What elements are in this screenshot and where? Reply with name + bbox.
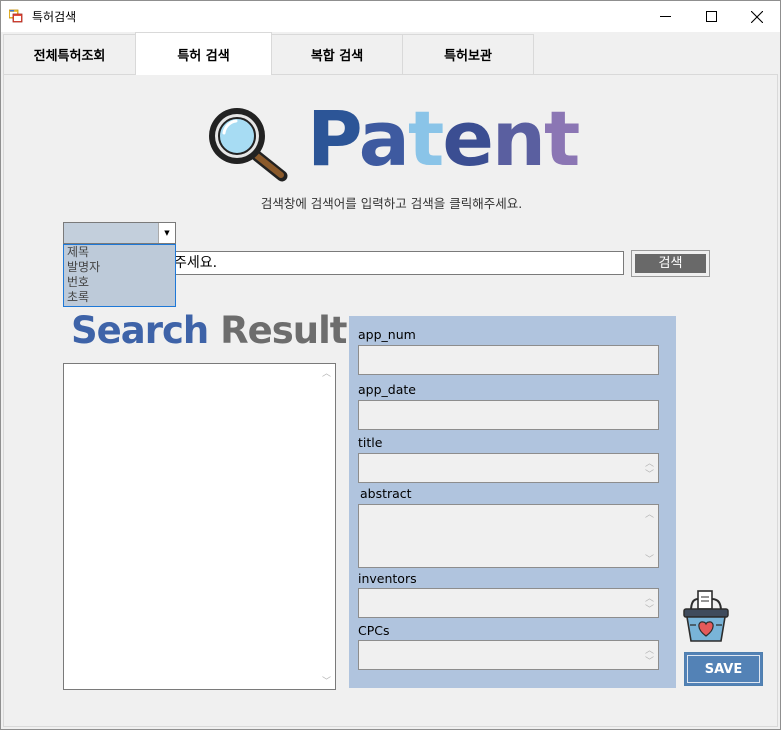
search-button[interactable]: 검색 bbox=[631, 250, 710, 277]
scroll-down-icon[interactable]: ﹀ bbox=[641, 550, 658, 567]
search-result-heading: Search Result bbox=[71, 306, 347, 356]
tab-label: 특허보관 bbox=[444, 49, 492, 64]
app-form-icon bbox=[9, 9, 23, 23]
tab-advanced-search[interactable]: 복합 검색 bbox=[271, 34, 403, 74]
search-result-list[interactable]: ︿ ﹀ bbox=[63, 363, 336, 690]
tab-label: 복합 검색 bbox=[310, 49, 364, 64]
close-button[interactable] bbox=[734, 1, 780, 32]
save-button-label: SAVE bbox=[687, 655, 760, 683]
title-field[interactable]: ︿ ﹀ bbox=[358, 453, 659, 483]
cpcs-label: CPCs bbox=[358, 623, 390, 638]
logo-letter: P bbox=[307, 94, 361, 183]
instruction-text: 검색창에 검색어를 입력하고 검색을 클릭해주세요. bbox=[260, 196, 523, 211]
heading-word-result: Result bbox=[220, 309, 347, 352]
maximize-button[interactable] bbox=[688, 1, 734, 32]
tab-patent-search[interactable]: 특허 검색 bbox=[135, 32, 272, 75]
heading-word-search: Search bbox=[71, 309, 209, 352]
title-scrollbar[interactable]: ︿ ﹀ bbox=[641, 454, 658, 482]
maximize-icon bbox=[705, 11, 717, 22]
logo-letter: n bbox=[491, 94, 546, 183]
patent-logo-text: Patent bbox=[307, 89, 580, 189]
inventors-field[interactable]: ︿ ﹀ bbox=[358, 588, 659, 618]
tab-label: 전체특허조회 bbox=[33, 49, 106, 64]
patent-detail-panel: app_num app_date title ︿ ﹀ abstract ︿ ﹀ … bbox=[349, 316, 676, 688]
inventors-label: inventors bbox=[358, 571, 417, 586]
app-window: 특허검색 전체특허조회 특허 검색 복합 검색 특허보관 Patent 검색창에… bbox=[0, 0, 781, 730]
cpcs-scrollbar[interactable]: ︿ ﹀ bbox=[641, 641, 658, 669]
magnifier-icon bbox=[209, 108, 288, 182]
close-icon bbox=[751, 10, 763, 23]
title-bar: 특허검색 bbox=[1, 1, 780, 32]
inventors-scrollbar[interactable]: ︿ ﹀ bbox=[641, 589, 658, 617]
tab-label: 특허 검색 bbox=[177, 48, 230, 64]
cpcs-field[interactable]: ︿ ﹀ bbox=[358, 640, 659, 670]
logo-letter: t bbox=[543, 94, 580, 183]
scroll-up-icon[interactable]: ︿ bbox=[641, 505, 658, 522]
minimize-icon bbox=[659, 16, 671, 17]
abstract-scrollbar[interactable]: ︿ ﹀ bbox=[641, 505, 658, 567]
window-title: 특허검색 bbox=[32, 10, 77, 24]
title-label: title bbox=[358, 435, 383, 450]
app-num-field[interactable] bbox=[358, 345, 659, 375]
save-button[interactable]: SAVE bbox=[684, 652, 763, 686]
logo-letter: a bbox=[358, 94, 410, 183]
app-date-label: app_date bbox=[358, 382, 416, 397]
dropdown-option-inventor[interactable]: 발명자 bbox=[64, 260, 175, 275]
search-criteria-dropdown: 제목 발명자 번호 초록 bbox=[63, 244, 176, 307]
basket-heart-icon bbox=[683, 590, 729, 642]
dropdown-option-abstract[interactable]: 초록 bbox=[64, 290, 175, 305]
dropdown-option-number[interactable]: 번호 bbox=[64, 275, 175, 290]
scroll-down-icon[interactable]: ﹀ bbox=[641, 465, 658, 482]
tab-all-patents[interactable]: 전체특허조회 bbox=[3, 34, 136, 74]
abstract-field[interactable]: ︿ ﹀ bbox=[358, 504, 659, 568]
search-input-value: 주세요. bbox=[174, 255, 218, 271]
tab-saved-patents[interactable]: 특허보관 bbox=[402, 34, 534, 74]
scroll-up-icon[interactable]: ︿ bbox=[318, 364, 335, 381]
scroll-down-icon[interactable]: ﹀ bbox=[641, 600, 658, 617]
scroll-down-icon[interactable]: ﹀ bbox=[318, 672, 335, 689]
app-date-field[interactable] bbox=[358, 400, 659, 430]
minimize-button[interactable] bbox=[642, 1, 688, 32]
search-criteria-combo[interactable]: ▼ bbox=[63, 222, 176, 244]
abstract-label: abstract bbox=[360, 486, 412, 501]
app-num-label: app_num bbox=[358, 327, 416, 342]
dropdown-option-title[interactable]: 제목 bbox=[64, 245, 175, 260]
chevron-down-icon[interactable]: ▼ bbox=[158, 223, 175, 243]
result-list-scrollbar[interactable]: ︿ ﹀ bbox=[318, 364, 335, 689]
scroll-down-icon[interactable]: ﹀ bbox=[641, 652, 658, 669]
logo-letter: t bbox=[407, 94, 444, 183]
logo-letter: e bbox=[442, 94, 494, 183]
search-button-label: 검색 bbox=[635, 254, 706, 273]
